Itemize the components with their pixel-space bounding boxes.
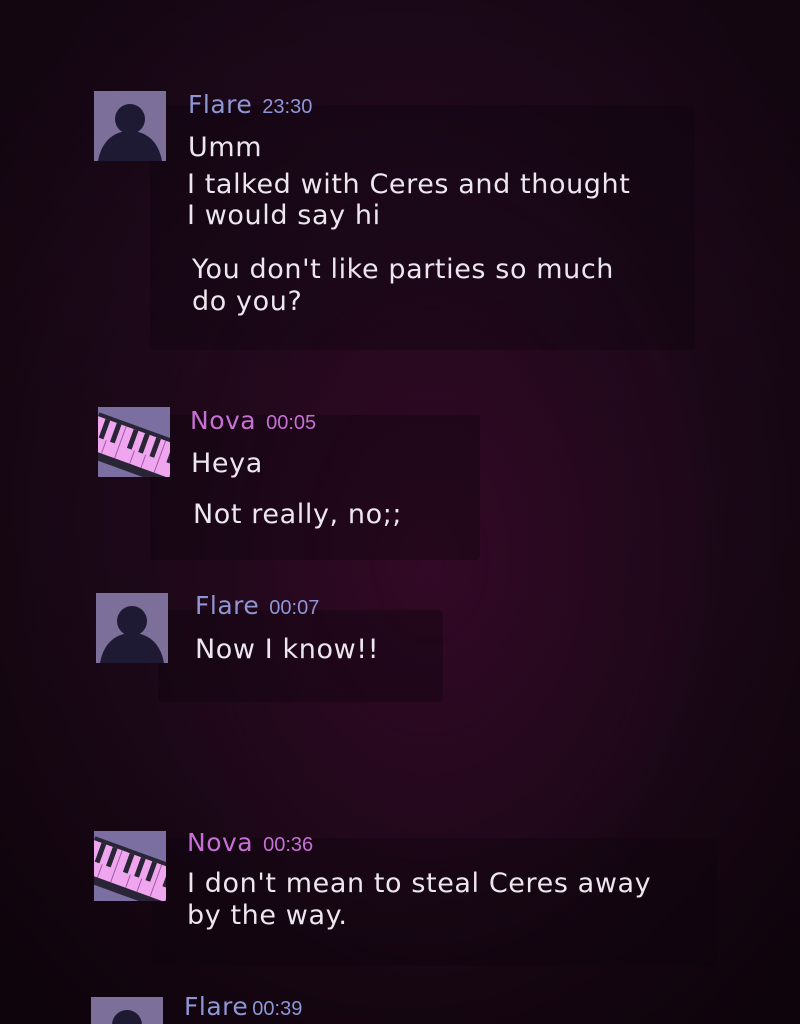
- message-text: You don't like parties so much: [192, 254, 615, 285]
- author-name[interactable]: Flare: [188, 90, 252, 119]
- avatar[interactable]: [96, 593, 168, 663]
- message-header: Flare 00:07: [195, 591, 319, 620]
- avatar[interactable]: [94, 91, 166, 161]
- timestamp: 00:07: [269, 597, 320, 619]
- message-text: Now I know!!: [195, 634, 380, 665]
- piano-keys-avatar-icon: [98, 407, 170, 477]
- timestamp: 00:36: [263, 834, 314, 856]
- message-text: Not really, no;;: [193, 499, 403, 530]
- message-backdrop: [150, 415, 480, 560]
- message-header: Nova 00:36: [187, 828, 313, 857]
- message-text: I don't mean to steal Ceres away: [187, 868, 652, 899]
- message-text: by the way.: [187, 900, 348, 931]
- avatar[interactable]: [98, 407, 170, 477]
- message-header: Flare 23:30: [188, 90, 312, 119]
- message-text: Umm: [188, 132, 263, 163]
- silhouette-avatar-icon: [96, 593, 168, 663]
- author-name[interactable]: Nova: [187, 828, 253, 857]
- piano-keys-avatar-icon: [94, 831, 166, 901]
- timestamp: 00:39: [252, 998, 303, 1020]
- avatar[interactable]: [91, 997, 163, 1024]
- message-text: Heya: [191, 448, 263, 479]
- message-header: Flare 00:39: [184, 992, 302, 1021]
- timestamp: 23:30: [262, 96, 313, 118]
- message-text: I talked with Ceres and thought: [187, 169, 631, 200]
- author-name[interactable]: Nova: [190, 406, 256, 435]
- author-name[interactable]: Flare: [184, 992, 248, 1021]
- silhouette-avatar-icon: [94, 91, 166, 161]
- message-text: I would say hi: [187, 200, 381, 231]
- author-name[interactable]: Flare: [195, 591, 259, 620]
- avatar[interactable]: [94, 831, 166, 901]
- silhouette-avatar-icon: [91, 997, 163, 1024]
- timestamp: 00:05: [266, 412, 317, 434]
- message-text: do you?: [192, 286, 303, 317]
- message-header: Nova 00:05: [190, 406, 316, 435]
